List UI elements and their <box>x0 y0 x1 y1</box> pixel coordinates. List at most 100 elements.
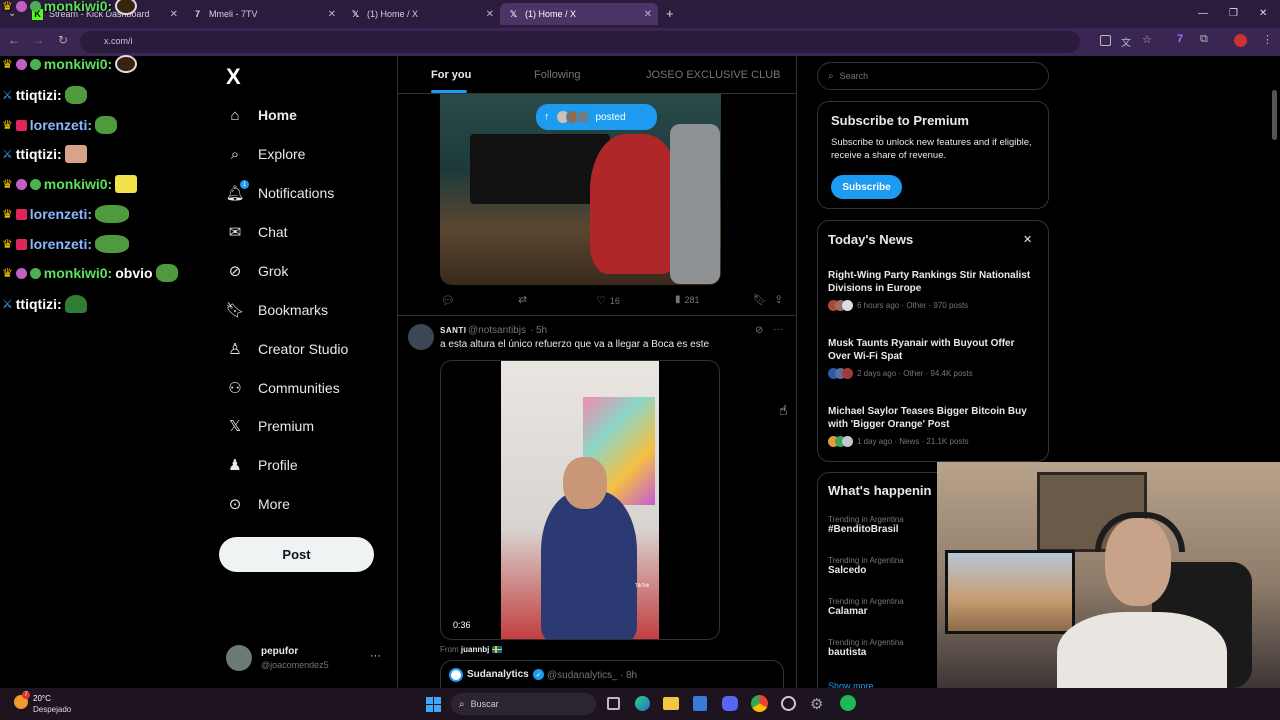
app-icon[interactable] <box>781 696 796 711</box>
sidebar-item-bookmarks[interactable]: 🔖︎ Bookmarks <box>225 301 328 319</box>
crown-icon: ♛ <box>2 207 13 221</box>
minimize-icon[interactable]: — <box>1198 8 1208 19</box>
x-logo[interactable]: X <box>226 64 241 90</box>
sidebar-item-communities[interactable]: ⚇ Communities <box>226 379 339 397</box>
tab-x-1[interactable]: 𝕏 (1) Home / X ✕ <box>342 3 500 25</box>
sidebar-item-creator-studio[interactable]: ♙ Creator Studio <box>226 340 348 358</box>
search-bar[interactable]: ⌕ Search <box>817 62 1049 90</box>
video-duration: 0:36 <box>449 619 475 631</box>
pepe-emote-icon <box>95 235 129 253</box>
star-icon[interactable]: ☆ <box>1142 33 1152 46</box>
sidebar-item-explore[interactable]: ⌕ Explore <box>226 145 306 163</box>
crown-icon: ♛ <box>2 57 13 71</box>
trend-context: Trending in Argentina <box>828 515 904 524</box>
reply-icon[interactable]: 💬︎ <box>441 294 455 307</box>
emote-icon <box>115 0 138 15</box>
post-button[interactable]: Post <box>219 537 374 572</box>
menu-icon[interactable]: ⋮ <box>1262 33 1273 46</box>
trend-item[interactable]: Trending in Argentina bautista <box>828 638 904 658</box>
post-author-handle[interactable]: @notsantibjs <box>468 325 526 336</box>
account-switcher[interactable]: pepufor @joacomendez5 ··· <box>226 644 386 674</box>
subscribe-button[interactable]: Subscribe <box>831 175 902 199</box>
window-close-icon[interactable]: ✕ <box>1259 8 1267 19</box>
post-author-name: Sudanalytics <box>467 669 529 680</box>
trend-item[interactable]: Trending in Argentina Salcedo <box>828 556 904 576</box>
profile-avatar-icon[interactable] <box>1234 34 1247 47</box>
settings-icon[interactable]: ⚙ <box>810 695 823 713</box>
sidebar-item-profile[interactable]: ♟ Profile <box>226 456 298 474</box>
badge-icon <box>15 178 27 190</box>
trend-context: Trending in Argentina <box>828 556 904 565</box>
edge-icon[interactable] <box>635 696 650 711</box>
chrome-icon[interactable] <box>751 695 768 712</box>
trend-item[interactable]: Trending in Argentina #BenditoBrasil <box>828 515 904 535</box>
tab-x-2[interactable]: 𝕏 (1) Home / X ✕ <box>500 3 658 25</box>
crown-icon: ♛ <box>2 266 13 280</box>
tab-for-you[interactable]: For you <box>431 69 471 81</box>
sidebar-item-grok[interactable]: ⊘ Grok <box>226 262 289 280</box>
like-button[interactable]: ♡ 16 <box>596 294 620 307</box>
scrollbar-thumb[interactable] <box>1272 90 1277 140</box>
crown-icon: ♛ <box>2 237 13 251</box>
chair-shape <box>670 124 720 284</box>
views-button[interactable]: ▮ 281 <box>675 294 700 305</box>
search-icon: ⌕ <box>230 145 240 163</box>
video-player[interactable]: TikTok 0:36 <box>440 360 720 640</box>
post-author-name[interactable]: SANTI <box>440 326 467 335</box>
close-icon[interactable]: ✕ <box>486 9 494 20</box>
trend-name: bautista <box>828 647 867 658</box>
pepe-emote-icon <box>95 205 129 223</box>
trend-item[interactable]: Trending in Argentina Calamar <box>828 597 904 617</box>
sidebar-item-notifications[interactable]: 🔔︎ 1 Notifications <box>225 180 334 202</box>
sidebar-item-more[interactable]: ⊙ More <box>226 495 290 513</box>
sidebar-item-chat[interactable]: ✉ Chat <box>226 223 288 241</box>
sidebar-item-premium[interactable]: 𝕏 Premium <box>226 417 314 435</box>
tab-joseo-club[interactable]: JOSEO EXCLUSIVE CLUB <box>646 69 781 81</box>
weather-temp: 20°C <box>33 694 51 703</box>
file-explorer-icon[interactable] <box>663 697 679 710</box>
grok-icon[interactable]: ⊘ <box>755 325 763 336</box>
posted-pill[interactable]: ↑ posted <box>536 104 657 130</box>
extensions-icon[interactable]: ⧉ <box>1200 33 1208 46</box>
7tv-ext-icon[interactable]: 7 <box>1177 33 1183 45</box>
chat-username: ttiqtizi: <box>15 296 62 312</box>
verified-icon: ✓ <box>533 669 544 680</box>
extension-icon-1[interactable] <box>1100 35 1111 46</box>
news-item[interactable]: Michael Saylor Teases Bigger Bitcoin Buy… <box>828 405 1040 447</box>
task-view-icon[interactable] <box>607 697 620 710</box>
news-item[interactable]: Musk Taunts Ryanair with Buyout Offer Ov… <box>828 337 1040 379</box>
weather-widget[interactable]: 7 20°C Despejado <box>12 691 112 717</box>
share-icon[interactable]: ⇪ <box>774 293 783 306</box>
restore-icon[interactable]: ❐ <box>1229 8 1238 19</box>
taskbar-search-placeholder: Buscar <box>470 699 499 709</box>
person-shape <box>541 491 637 639</box>
more-dots-icon[interactable]: ··· <box>370 650 381 662</box>
taskbar-search[interactable]: ⌕ Buscar <box>451 693 596 715</box>
news-item-meta: 6 hours ago · Other · 970 posts <box>857 301 969 310</box>
close-icon[interactable]: ✕ <box>644 9 652 20</box>
translate-icon[interactable]: 文 <box>1121 34 1131 49</box>
start-icon[interactable] <box>426 697 441 712</box>
avatar[interactable] <box>408 324 434 350</box>
close-icon[interactable]: ✕ <box>1023 233 1032 246</box>
frog-emote-icon <box>64 295 87 313</box>
news-item[interactable]: Right-Wing Party Rankings Stir Nationali… <box>828 269 1040 311</box>
news-item-meta: 1 day ago · News · 21.1K posts <box>857 437 969 446</box>
frog-badge-icon <box>29 0 41 12</box>
tab-label: (1) Home / X <box>525 9 577 19</box>
repost-icon[interactable]: ⇄ <box>518 293 527 306</box>
discord-icon[interactable] <box>722 696 738 711</box>
spotify-icon[interactable] <box>840 695 856 711</box>
sidebar-item-home[interactable]: ⌂ Home <box>226 106 296 124</box>
address-bar[interactable]: x.com/i <box>80 31 1080 53</box>
bookmark-icon[interactable]: 🔖︎ <box>753 293 767 306</box>
from-user[interactable]: juannbj <box>461 645 489 654</box>
close-icon[interactable]: ✕ <box>328 9 336 20</box>
new-tab-icon[interactable]: + <box>666 6 674 21</box>
tab-following[interactable]: Following <box>534 69 580 81</box>
post-time[interactable]: 5h <box>536 325 547 336</box>
sidebar-item-label: Profile <box>258 457 298 473</box>
store-icon[interactable] <box>693 696 707 711</box>
trend-context: Trending in Argentina <box>828 638 904 647</box>
more-dots-icon[interactable]: ··· <box>773 324 783 335</box>
